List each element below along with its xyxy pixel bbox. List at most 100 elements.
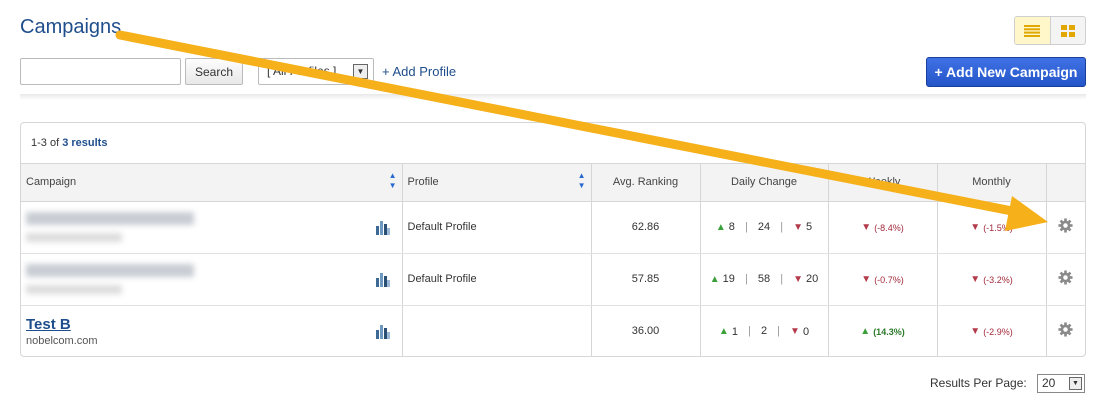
- weekly-cell: ▲ (14.3%): [828, 305, 938, 356]
- column-header-profile[interactable]: Profile ▲ ▼: [402, 164, 592, 202]
- down-arrow-icon: ▼: [790, 326, 800, 337]
- chevron-down-icon: ▼: [353, 64, 368, 79]
- monthly-value: (-3.2%): [983, 274, 1013, 285]
- avg-ranking-cell: 36.00: [591, 305, 701, 356]
- daily-up-value: 8: [728, 221, 735, 234]
- results-range: 1-3: [31, 137, 47, 149]
- avg-ranking-cell: 62.86: [591, 201, 701, 254]
- column-header-daily-change[interactable]: Daily Change: [700, 164, 829, 202]
- add-new-campaign-button[interactable]: + Add New Campaign: [926, 57, 1086, 87]
- campaign-name-link[interactable]: Test B: [26, 316, 401, 333]
- results-total: 3 results: [62, 137, 108, 149]
- weekly-value: (14.3%): [873, 326, 905, 337]
- results-per-page-select[interactable]: 20 ▼: [1037, 374, 1085, 393]
- view-toggle[interactable]: [1014, 16, 1086, 45]
- separator: |: [744, 272, 748, 285]
- grid-view-icon: [1060, 24, 1075, 37]
- daily-change-cell: ▲ 19 | 58 | ▼ 20: [700, 253, 829, 306]
- trend-arrow-icon: ▼: [970, 274, 981, 285]
- column-label: Daily Change: [730, 176, 798, 189]
- column-header-actions: [1046, 164, 1085, 202]
- separator: |: [780, 272, 784, 285]
- add-profile-link[interactable]: + Add Profile: [382, 64, 456, 79]
- table-row: Default Profile 57.85 ▲ 19 | 58 | ▼ 20 ▼ (-…: [21, 253, 1085, 306]
- daily-mid-value: 58: [757, 272, 771, 285]
- weekly-value: (-0.7%): [874, 274, 904, 285]
- profile-select-value: [ All Profiles ]: [267, 64, 337, 78]
- down-arrow-icon: ▼: [793, 221, 804, 233]
- gear-icon[interactable]: [1058, 270, 1073, 285]
- up-arrow-icon: ▲: [715, 221, 726, 233]
- trend-arrow-icon: ▼: [861, 274, 872, 285]
- results-of: of: [49, 137, 60, 149]
- list-view-icon: [1024, 24, 1041, 37]
- avg-ranking-cell: 57.85: [591, 253, 701, 306]
- daily-change-cell: ▲ 8 | 24 | ▼ 5: [700, 201, 829, 254]
- page-title: Campaigns: [20, 16, 122, 38]
- bar-chart-icon[interactable]: [375, 272, 390, 287]
- monthly-value: (-1.5%): [983, 222, 1013, 233]
- weekly-cell: ▼ (-0.7%): [828, 253, 938, 306]
- trend-arrow-icon: ▲: [860, 326, 871, 338]
- actions-cell: [1046, 305, 1085, 356]
- campaign-cell[interactable]: Test B nobelcom.com: [21, 305, 403, 356]
- column-header-avg-ranking[interactable]: Avg. Ranking: [591, 164, 701, 202]
- daily-down-value: 5: [806, 221, 813, 234]
- profile-cell: Default Profile: [402, 253, 592, 306]
- monthly-cell: ▼ (-3.2%): [937, 253, 1047, 306]
- redacted-campaign-name: [26, 264, 194, 277]
- separator: |: [748, 325, 751, 337]
- column-label: Weekly: [864, 176, 901, 189]
- sort-icon[interactable]: ▲ ▼: [389, 171, 397, 191]
- results-per-page-value: 20: [1042, 376, 1056, 390]
- toolbar-divider: [20, 94, 1086, 100]
- separator: |: [744, 220, 748, 233]
- daily-mid-value: 2: [760, 325, 768, 337]
- column-label: Monthly: [972, 176, 1011, 189]
- results-per-page-label: Results Per Page:: [930, 376, 1027, 390]
- list-view-button[interactable]: [1015, 17, 1051, 44]
- column-header-weekly[interactable]: Weekly: [828, 164, 938, 202]
- monthly-cell: ▼ (-1.5%): [937, 201, 1047, 254]
- profile-cell: [402, 305, 592, 356]
- search-button[interactable]: Search: [185, 58, 243, 85]
- column-header-campaign[interactable]: Campaign ▲ ▼: [21, 164, 403, 202]
- trend-arrow-icon: ▼: [861, 222, 872, 233]
- monthly-value: (-2.9%): [983, 326, 1013, 337]
- separator: |: [780, 220, 784, 233]
- redacted-campaign-domain: [26, 285, 122, 294]
- table-row: Test B nobelcom.com 36.00 ▲ 1 | 2 | ▼ 0 ▲(…: [21, 305, 1085, 356]
- redacted-campaign-domain: [26, 233, 122, 242]
- profile-cell: Default Profile: [402, 201, 592, 254]
- bar-chart-icon[interactable]: [375, 324, 390, 339]
- daily-down-value: 20: [806, 273, 819, 286]
- separator: |: [777, 325, 780, 337]
- weekly-cell: ▼ (-8.4%): [828, 201, 938, 254]
- up-arrow-icon: ▲: [718, 326, 729, 337]
- gear-icon[interactable]: [1058, 218, 1073, 233]
- column-label: Avg. Ranking: [612, 176, 679, 189]
- search-input[interactable]: [20, 58, 181, 85]
- daily-down-value: 0: [802, 325, 810, 338]
- bar-chart-icon[interactable]: [375, 220, 390, 235]
- daily-up-value: 19: [722, 273, 735, 286]
- campaign-cell[interactable]: [21, 201, 403, 254]
- campaign-cell[interactable]: [21, 253, 403, 306]
- table-row: Default Profile 62.86 ▲ 8 | 24 | ▼ 5 ▼ (-8.…: [21, 201, 1085, 254]
- redacted-campaign-name: [26, 212, 194, 225]
- actions-cell: [1046, 201, 1085, 254]
- trend-arrow-icon: ▼: [970, 326, 981, 338]
- campaign-domain: nobelcom.com: [26, 334, 98, 347]
- daily-mid-value: 24: [757, 220, 771, 233]
- sort-icon[interactable]: ▲ ▼: [578, 171, 586, 191]
- column-header-monthly[interactable]: Monthly: [937, 164, 1047, 202]
- column-label: Profile: [407, 176, 439, 189]
- table-header-row: Campaign ▲ ▼ Profile ▲ ▼ Avg. Ranking Dail…: [21, 164, 1085, 202]
- down-arrow-icon: ▼: [793, 273, 804, 285]
- campaigns-panel: 1-3 of 3 results Campaign ▲ ▼ Profile ▲ ▼ …: [20, 122, 1086, 357]
- profile-select[interactable]: [ All Profiles ] ▼: [258, 58, 374, 85]
- gear-icon[interactable]: [1058, 322, 1073, 337]
- chevron-down-icon: ▼: [1069, 377, 1082, 390]
- grid-view-button[interactable]: [1051, 17, 1086, 44]
- daily-up-value: 1: [731, 325, 738, 338]
